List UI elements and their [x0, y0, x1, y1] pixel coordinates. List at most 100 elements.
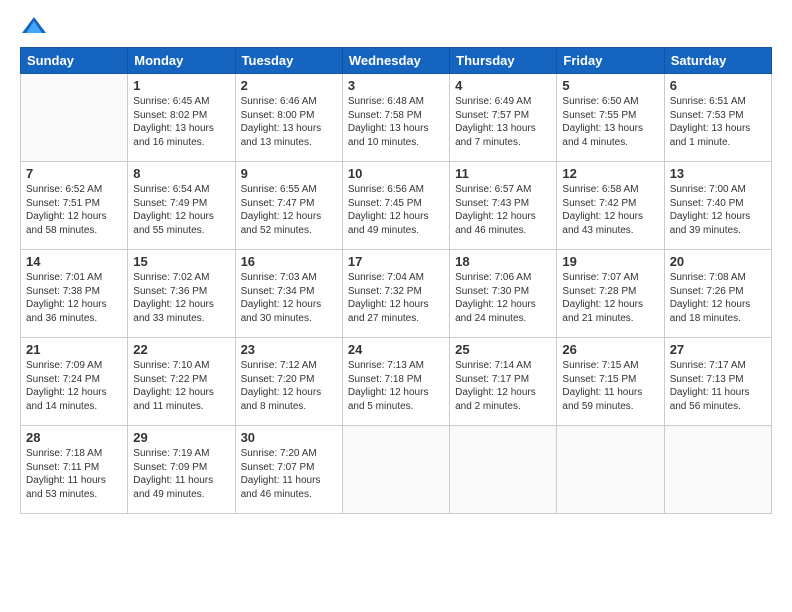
- logo-icon: [20, 15, 48, 37]
- calendar-week-1: 7 Sunrise: 6:52 AMSunset: 7:51 PMDaylight…: [21, 162, 772, 250]
- day-header-monday: Monday: [128, 48, 235, 74]
- cell-date-number: 4: [455, 78, 551, 93]
- calendar-cell: 7 Sunrise: 6:52 AMSunset: 7:51 PMDaylight…: [21, 162, 128, 250]
- cell-date-number: 15: [133, 254, 229, 269]
- cell-date-number: 11: [455, 166, 551, 181]
- cell-info: Sunrise: 7:02 AMSunset: 7:36 PMDaylight:…: [133, 271, 229, 325]
- cell-info: Sunrise: 6:51 AMSunset: 7:53 PMDaylight:…: [670, 95, 766, 149]
- calendar-cell: 1 Sunrise: 6:45 AMSunset: 8:02 PMDaylight…: [128, 74, 235, 162]
- cell-info: Sunrise: 6:48 AMSunset: 7:58 PMDaylight:…: [348, 95, 444, 149]
- cell-date-number: 25: [455, 342, 551, 357]
- calendar-cell: [21, 74, 128, 162]
- calendar-cell: 21 Sunrise: 7:09 AMSunset: 7:24 PMDayligh…: [21, 338, 128, 426]
- calendar-cell: [450, 426, 557, 514]
- cell-info: Sunrise: 7:09 AMSunset: 7:24 PMDaylight:…: [26, 359, 122, 413]
- cell-date-number: 22: [133, 342, 229, 357]
- calendar-cell: 15 Sunrise: 7:02 AMSunset: 7:36 PMDayligh…: [128, 250, 235, 338]
- cell-date-number: 10: [348, 166, 444, 181]
- day-header-thursday: Thursday: [450, 48, 557, 74]
- calendar-cell: 30Sunrise: 7:20 AMSunset: 7:07 PMDayligh…: [235, 426, 342, 514]
- cell-info: Sunrise: 7:19 AMSunset: 7:09 PMDaylight:…: [133, 447, 229, 501]
- cell-date-number: 14: [26, 254, 122, 269]
- calendar-cell: 24 Sunrise: 7:13 AMSunset: 7:18 PMDayligh…: [342, 338, 449, 426]
- cell-date-number: 20: [670, 254, 766, 269]
- cell-info: Sunrise: 6:49 AMSunset: 7:57 PMDaylight:…: [455, 95, 551, 149]
- cell-info: Sunrise: 7:10 AMSunset: 7:22 PMDaylight:…: [133, 359, 229, 413]
- page-container: SundayMondayTuesdayWednesdayThursdayFrid…: [0, 0, 792, 524]
- cell-date-number: 28: [26, 430, 122, 445]
- cell-info: Sunrise: 7:04 AMSunset: 7:32 PMDaylight:…: [348, 271, 444, 325]
- cell-date-number: 12: [562, 166, 658, 181]
- calendar-cell: 20 Sunrise: 7:08 AMSunset: 7:26 PMDayligh…: [664, 250, 771, 338]
- cell-date-number: 7: [26, 166, 122, 181]
- cell-date-number: 9: [241, 166, 337, 181]
- calendar-week-3: 21 Sunrise: 7:09 AMSunset: 7:24 PMDayligh…: [21, 338, 772, 426]
- calendar-cell: 12 Sunrise: 6:58 AMSunset: 7:42 PMDayligh…: [557, 162, 664, 250]
- calendar-cell: 13Sunrise: 7:00 AMSunset: 7:40 PMDayligh…: [664, 162, 771, 250]
- day-header-sunday: Sunday: [21, 48, 128, 74]
- calendar-cell: 3 Sunrise: 6:48 AMSunset: 7:58 PMDaylight…: [342, 74, 449, 162]
- calendar-cell: 9Sunrise: 6:55 AMSunset: 7:47 PMDaylight…: [235, 162, 342, 250]
- cell-date-number: 5: [562, 78, 658, 93]
- calendar-cell: 19 Sunrise: 7:07 AMSunset: 7:28 PMDayligh…: [557, 250, 664, 338]
- cell-date-number: 29: [133, 430, 229, 445]
- cell-info: Sunrise: 7:15 AMSunset: 7:15 PMDaylight:…: [562, 359, 658, 413]
- calendar-week-2: 14 Sunrise: 7:01 AMSunset: 7:38 PMDayligh…: [21, 250, 772, 338]
- cell-info: Sunrise: 7:01 AMSunset: 7:38 PMDaylight:…: [26, 271, 122, 325]
- calendar-cell: 18Sunrise: 7:06 AMSunset: 7:30 PMDayligh…: [450, 250, 557, 338]
- calendar-cell: 14 Sunrise: 7:01 AMSunset: 7:38 PMDayligh…: [21, 250, 128, 338]
- cell-info: Sunrise: 6:50 AMSunset: 7:55 PMDaylight:…: [562, 95, 658, 149]
- calendar-cell: [557, 426, 664, 514]
- cell-info: Sunrise: 6:46 AMSunset: 8:00 PMDaylight:…: [241, 95, 337, 149]
- calendar-cell: 11 Sunrise: 6:57 AMSunset: 7:43 PMDayligh…: [450, 162, 557, 250]
- cell-info: Sunrise: 6:52 AMSunset: 7:51 PMDaylight:…: [26, 183, 122, 237]
- cell-info: Sunrise: 7:07 AMSunset: 7:28 PMDaylight:…: [562, 271, 658, 325]
- cell-info: Sunrise: 6:58 AMSunset: 7:42 PMDaylight:…: [562, 183, 658, 237]
- cell-info: Sunrise: 7:06 AMSunset: 7:30 PMDaylight:…: [455, 271, 551, 325]
- cell-info: Sunrise: 7:03 AMSunset: 7:34 PMDaylight:…: [241, 271, 337, 325]
- cell-info: Sunrise: 7:20 AMSunset: 7:07 PMDaylight:…: [241, 447, 337, 501]
- cell-info: Sunrise: 7:13 AMSunset: 7:18 PMDaylight:…: [348, 359, 444, 413]
- cell-date-number: 6: [670, 78, 766, 93]
- cell-info: Sunrise: 7:08 AMSunset: 7:26 PMDaylight:…: [670, 271, 766, 325]
- cell-info: Sunrise: 7:14 AMSunset: 7:17 PMDaylight:…: [455, 359, 551, 413]
- cell-date-number: 26: [562, 342, 658, 357]
- cell-date-number: 27: [670, 342, 766, 357]
- calendar-cell: 2 Sunrise: 6:46 AMSunset: 8:00 PMDaylight…: [235, 74, 342, 162]
- cell-date-number: 19: [562, 254, 658, 269]
- cell-date-number: 24: [348, 342, 444, 357]
- calendar-cell: 4 Sunrise: 6:49 AMSunset: 7:57 PMDaylight…: [450, 74, 557, 162]
- cell-date-number: 2: [241, 78, 337, 93]
- calendar-cell: 17Sunrise: 7:04 AMSunset: 7:32 PMDayligh…: [342, 250, 449, 338]
- calendar-cell: 10 Sunrise: 6:56 AMSunset: 7:45 PMDayligh…: [342, 162, 449, 250]
- calendar-cell: 5 Sunrise: 6:50 AMSunset: 7:55 PMDaylight…: [557, 74, 664, 162]
- cell-info: Sunrise: 6:54 AMSunset: 7:49 PMDaylight:…: [133, 183, 229, 237]
- calendar-cell: 29 Sunrise: 7:19 AMSunset: 7:09 PMDayligh…: [128, 426, 235, 514]
- day-header-tuesday: Tuesday: [235, 48, 342, 74]
- calendar-cell: 22 Sunrise: 7:10 AMSunset: 7:22 PMDayligh…: [128, 338, 235, 426]
- cell-info: Sunrise: 6:56 AMSunset: 7:45 PMDaylight:…: [348, 183, 444, 237]
- cell-info: Sunrise: 7:18 AMSunset: 7:11 PMDaylight:…: [26, 447, 122, 501]
- calendar-cell: 26 Sunrise: 7:15 AMSunset: 7:15 PMDayligh…: [557, 338, 664, 426]
- cell-date-number: 3: [348, 78, 444, 93]
- cell-date-number: 21: [26, 342, 122, 357]
- day-header-saturday: Saturday: [664, 48, 771, 74]
- calendar-cell: 28 Sunrise: 7:18 AMSunset: 7:11 PMDayligh…: [21, 426, 128, 514]
- calendar-cell: 25 Sunrise: 7:14 AMSunset: 7:17 PMDayligh…: [450, 338, 557, 426]
- cell-date-number: 23: [241, 342, 337, 357]
- calendar-cell: [664, 426, 771, 514]
- calendar-cell: 23 Sunrise: 7:12 AMSunset: 7:20 PMDayligh…: [235, 338, 342, 426]
- cell-date-number: 13: [670, 166, 766, 181]
- calendar-table: SundayMondayTuesdayWednesdayThursdayFrid…: [20, 47, 772, 514]
- calendar-week-4: 28 Sunrise: 7:18 AMSunset: 7:11 PMDayligh…: [21, 426, 772, 514]
- calendar-cell: 6 Sunrise: 6:51 AMSunset: 7:53 PMDaylight…: [664, 74, 771, 162]
- day-header-wednesday: Wednesday: [342, 48, 449, 74]
- cell-info: Sunrise: 7:12 AMSunset: 7:20 PMDaylight:…: [241, 359, 337, 413]
- calendar-header-row: SundayMondayTuesdayWednesdayThursdayFrid…: [21, 48, 772, 74]
- cell-info: Sunrise: 6:57 AMSunset: 7:43 PMDaylight:…: [455, 183, 551, 237]
- calendar-cell: 16Sunrise: 7:03 AMSunset: 7:34 PMDayligh…: [235, 250, 342, 338]
- day-header-friday: Friday: [557, 48, 664, 74]
- cell-date-number: 1: [133, 78, 229, 93]
- cell-info: Sunrise: 6:45 AMSunset: 8:02 PMDaylight:…: [133, 95, 229, 149]
- calendar-cell: 8Sunrise: 6:54 AMSunset: 7:49 PMDaylight…: [128, 162, 235, 250]
